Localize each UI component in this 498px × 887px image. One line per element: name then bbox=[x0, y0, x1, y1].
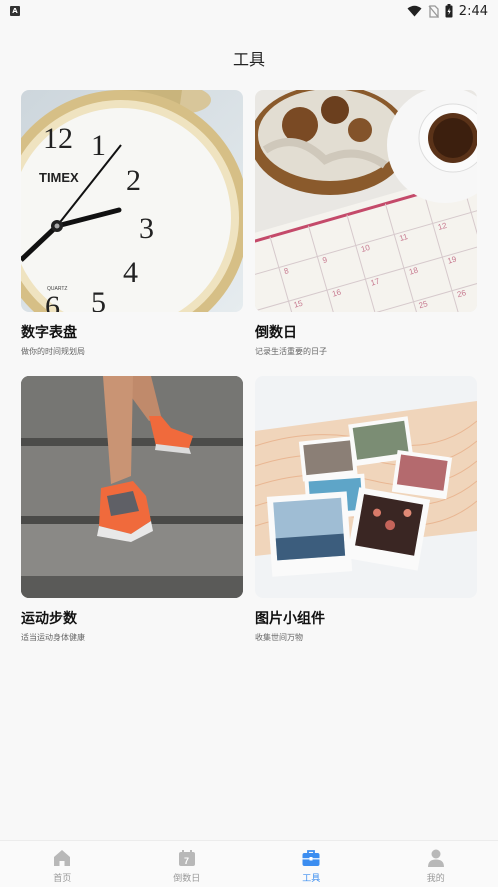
svg-text:6: 6 bbox=[45, 290, 60, 312]
alarm-clock-photo: 12 1 2 3 4 5 6 TIMEX QUARTZ bbox=[21, 90, 243, 312]
tool-subtitle: 适当运动身体健康 bbox=[21, 633, 85, 642]
clock-quartz-text: QUARTZ bbox=[47, 286, 67, 292]
tab-profile[interactable]: 我的 bbox=[374, 841, 498, 887]
person-icon bbox=[427, 849, 444, 867]
polaroid-photos-photo bbox=[255, 376, 477, 598]
svg-text:5: 5 bbox=[91, 286, 106, 312]
tab-label: 工具 bbox=[302, 874, 321, 884]
calendar-glyph: 7 bbox=[184, 856, 189, 866]
clock-brand-text: TIMEX bbox=[39, 170, 79, 185]
svg-text:2: 2 bbox=[126, 164, 141, 197]
tools-grid: 12 1 2 3 4 5 6 TIMEX QUARTZ 数字表盘 做你的时间规划… bbox=[21, 90, 477, 645]
tool-title: 图片小组件 bbox=[255, 611, 325, 627]
status-time: 2:44 bbox=[458, 3, 488, 19]
tab-label: 倒数日 bbox=[173, 874, 201, 884]
svg-text:12: 12 bbox=[43, 122, 73, 155]
tool-card-photo-widget[interactable]: 图片小组件 收集世间万物 bbox=[255, 376, 477, 645]
tool-card-digital-clock[interactable]: 12 1 2 3 4 5 6 TIMEX QUARTZ 数字表盘 做你的时间规划… bbox=[21, 90, 243, 359]
calendar-coffee-photo: 8910 1112 151617 1819 222324 2526 bbox=[255, 90, 477, 312]
tool-title: 倒数日 bbox=[255, 325, 297, 341]
tool-subtitle: 做你的时间规划局 bbox=[21, 347, 85, 356]
svg-text:3: 3 bbox=[139, 212, 154, 245]
tool-title: 数字表盘 bbox=[21, 325, 77, 341]
tab-label: 我的 bbox=[426, 874, 445, 884]
svg-text:4: 4 bbox=[123, 256, 138, 289]
tool-subtitle: 记录生活重要的日子 bbox=[255, 347, 327, 356]
battery-icon bbox=[445, 4, 453, 18]
wifi-icon bbox=[407, 5, 422, 17]
status-bar: A 2:44 bbox=[0, 0, 498, 22]
bottom-tab-bar: 首页 7 倒数日 工具 我的 bbox=[0, 840, 498, 887]
tab-tools[interactable]: 工具 bbox=[249, 841, 374, 887]
tool-card-countdown[interactable]: 8910 1112 151617 1819 222324 2526 bbox=[255, 90, 477, 359]
no-sim-icon bbox=[428, 4, 439, 18]
home-icon bbox=[54, 850, 71, 866]
page-title: 工具 bbox=[232, 50, 265, 69]
toolbox-icon bbox=[302, 850, 320, 866]
app-notification-icon: A bbox=[10, 6, 20, 16]
tool-card-step-counter[interactable]: 运动步数 适当运动身体健康 bbox=[21, 376, 243, 645]
running-stairs-photo bbox=[21, 376, 243, 598]
tab-label: 首页 bbox=[53, 874, 72, 884]
svg-text:1: 1 bbox=[91, 129, 106, 162]
calendar-icon: 7 bbox=[178, 850, 195, 866]
tab-countdown[interactable]: 7 倒数日 bbox=[125, 841, 250, 887]
tab-home[interactable]: 首页 bbox=[0, 841, 125, 887]
tool-title: 运动步数 bbox=[21, 611, 77, 627]
tool-subtitle: 收集世间万物 bbox=[255, 633, 303, 642]
